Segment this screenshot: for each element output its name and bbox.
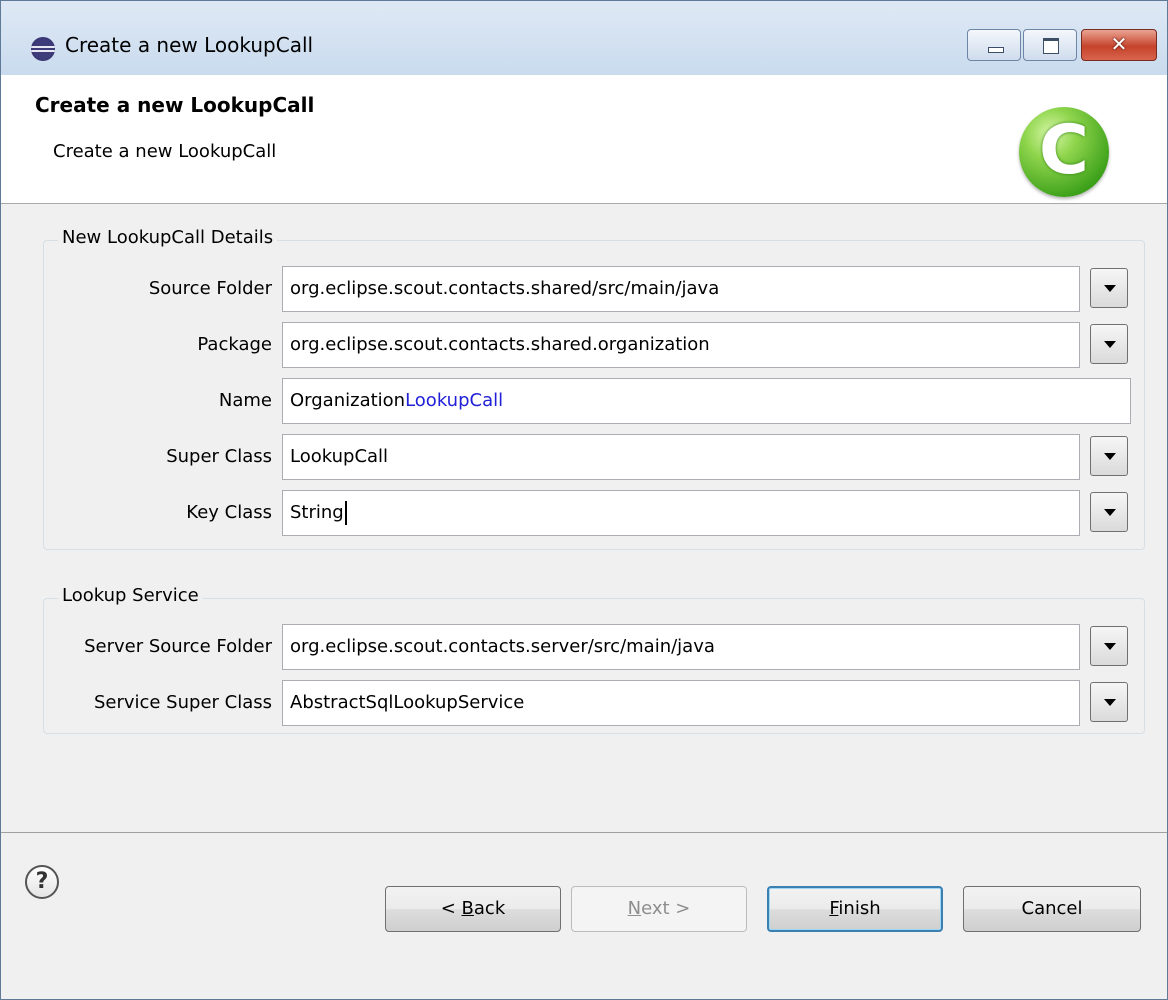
key-class-value: String [290, 502, 344, 523]
maximize-icon [1043, 38, 1059, 54]
server-source-folder-dropdown-button[interactable] [1090, 626, 1128, 666]
next-rest: ext [641, 898, 670, 919]
wizard-banner: Create a new LookupCall Create a new Loo… [1, 75, 1167, 204]
name-field[interactable]: OrganizationLookupCall [282, 378, 1131, 424]
super-class-field[interactable]: LookupCall [282, 434, 1080, 480]
close-icon: ✕ [1110, 32, 1128, 56]
finish-rest: inish [838, 898, 881, 919]
key-class-dropdown-button[interactable] [1090, 492, 1128, 532]
next-suffix: > [669, 898, 691, 919]
package-field[interactable]: org.eclipse.scout.contacts.shared.organi… [282, 322, 1080, 368]
source-folder-field[interactable]: org.eclipse.scout.contacts.shared/src/ma… [282, 266, 1080, 312]
lookup-service-group-legend: Lookup Service [58, 585, 203, 606]
name-prefix: Organization [290, 390, 406, 411]
back-rest: ack [473, 898, 506, 919]
wizard-body: New LookupCall Details Source Folder org… [1, 204, 1167, 832]
source-folder-dropdown-button[interactable] [1090, 268, 1128, 308]
page-title: Create a new LookupCall [35, 93, 315, 117]
wizard-footer: ? < Back Next > Finish Cancel [1, 832, 1167, 999]
next-mnemonic: N [627, 898, 642, 919]
minimize-icon [988, 47, 1004, 53]
maximize-button[interactable] [1023, 29, 1077, 61]
window-title: Create a new LookupCall [65, 33, 314, 57]
next-button[interactable]: Next > [571, 886, 747, 932]
cancel-button[interactable]: Cancel [963, 886, 1141, 932]
source-folder-label: Source Folder [148, 278, 272, 299]
back-prefix: < [440, 898, 462, 919]
details-group: New LookupCall Details Source Folder org… [43, 227, 1145, 550]
service-super-class-dropdown-button[interactable] [1090, 682, 1128, 722]
lookup-service-group: Lookup Service Server Source Folder org.… [43, 585, 1145, 734]
details-group-legend: New LookupCall Details [58, 227, 278, 248]
name-suffix: LookupCall [405, 390, 504, 411]
eclipse-icon [31, 37, 55, 61]
scout-class-icon: C [1019, 107, 1109, 197]
package-dropdown-button[interactable] [1090, 324, 1128, 364]
finish-button[interactable]: Finish [767, 886, 943, 932]
minimize-button[interactable] [967, 29, 1021, 61]
page-description: Create a new LookupCall [53, 141, 277, 162]
back-mnemonic: B [461, 898, 474, 919]
service-super-class-field[interactable]: AbstractSqlLookupService [282, 680, 1080, 726]
key-class-label: Key Class [186, 502, 272, 523]
service-super-class-label: Service Super Class [93, 692, 272, 713]
server-source-folder-field[interactable]: org.eclipse.scout.contacts.server/src/ma… [282, 624, 1080, 670]
back-button[interactable]: < Back [385, 886, 561, 932]
package-label: Package [197, 334, 272, 355]
close-button[interactable]: ✕ [1081, 29, 1157, 61]
name-label: Name [218, 390, 272, 411]
wizard-window: Create a new LookupCall ✕ Create a new L… [0, 0, 1168, 1000]
key-class-field[interactable]: String [282, 490, 1080, 536]
help-icon[interactable]: ? [25, 865, 59, 899]
title-bar[interactable]: Create a new LookupCall ✕ [1, 1, 1167, 75]
super-class-label: Super Class [166, 446, 272, 467]
logo-letter: C [1039, 111, 1089, 190]
super-class-dropdown-button[interactable] [1090, 436, 1128, 476]
server-source-folder-label: Server Source Folder [84, 636, 272, 657]
